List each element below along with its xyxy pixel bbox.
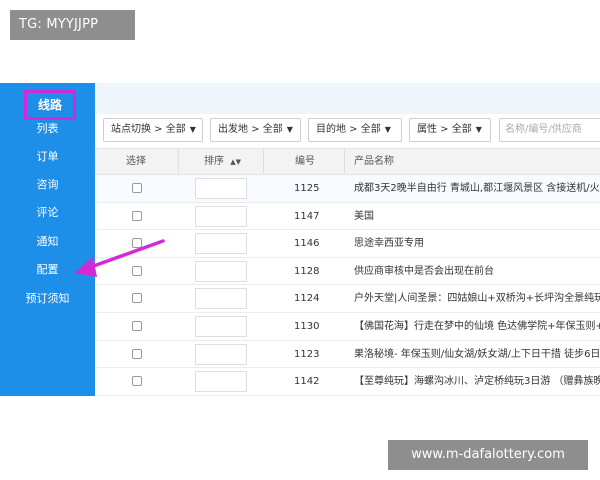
- row-id: 1124: [294, 293, 320, 305]
- row-select-checkbox[interactable]: [132, 265, 142, 276]
- row-id: 1130: [294, 320, 320, 332]
- sort-order-input[interactable]: [195, 233, 247, 255]
- sidebar-item-notice[interactable]: 通知: [0, 232, 95, 252]
- header-sort-label: 排序: [204, 156, 224, 167]
- table-header: 选择 排序 ▲▼ 编号 产品名称: [95, 148, 600, 175]
- row-product-name[interactable]: 【至尊纯玩】海螺沟冰川、泸定桥纯玩3日游 （赠彝族晚会...: [354, 368, 600, 395]
- sidebar-item-config[interactable]: 配置: [0, 260, 95, 280]
- row-product-name[interactable]: 供应商审核中是否会出现在前台: [354, 258, 494, 285]
- table-body: 1125 成都3天2晚半自由行 青城山,都江堰风景区 含接送机/火车... 11…: [95, 175, 600, 396]
- row-select-checkbox[interactable]: [132, 183, 142, 193]
- table-row: 1125 成都3天2晚半自由行 青城山,都江堰风景区 含接送机/火车...: [95, 175, 600, 203]
- row-id: 1147: [294, 210, 320, 222]
- row-product-name[interactable]: 美国: [354, 203, 374, 230]
- sort-order-input[interactable]: [195, 371, 247, 393]
- header-divider: [263, 149, 264, 174]
- sidebar-item-reviews[interactable]: 评论: [0, 203, 95, 223]
- attribute-filter-dropdown[interactable]: 属性 > 全部 ▼: [409, 118, 491, 142]
- caret-down-icon: ▼: [475, 125, 482, 134]
- sidebar-item-booking-notes[interactable]: 预订须知: [0, 289, 95, 309]
- header-id: 编号: [295, 156, 315, 167]
- sidebar-item-list[interactable]: 列表: [0, 119, 95, 139]
- origin-filter-dropdown[interactable]: 出发地 > 全部 ▼: [210, 118, 301, 142]
- attribute-filter-label: 属性 > 全部: [417, 124, 472, 135]
- row-select-checkbox[interactable]: [132, 376, 142, 387]
- watermark-top: TG: MYYJJPP: [10, 10, 135, 40]
- row-select-checkbox[interactable]: [132, 210, 142, 221]
- table-row: 1130 【佛国花海】行走在梦中的仙境 色达佛学院+年保玉则+神...: [95, 313, 600, 341]
- caret-down-icon: ▼: [286, 125, 293, 134]
- table-row: 1124 户外天堂|人间圣景：四姑娘山+双桥沟+长坪沟全景纯玩双...: [95, 285, 600, 313]
- row-product-name[interactable]: 成都3天2晚半自由行 青城山,都江堰风景区 含接送机/火车...: [354, 175, 600, 202]
- header-sort[interactable]: 排序 ▲▼: [204, 149, 241, 174]
- row-product-name[interactable]: 户外天堂|人间圣景：四姑娘山+双桥沟+长坪沟全景纯玩双...: [354, 285, 600, 312]
- sidebar-item-orders[interactable]: 订单: [0, 147, 95, 167]
- site-filter-label: 站点切换 > 全部: [111, 124, 186, 135]
- row-select-checkbox[interactable]: [132, 348, 142, 359]
- sidebar-item-inquiry[interactable]: 咨询: [0, 175, 95, 195]
- row-id: 1128: [294, 265, 320, 277]
- header-divider: [344, 149, 345, 174]
- row-product-name[interactable]: 【佛国花海】行走在梦中的仙境 色达佛学院+年保玉则+神...: [354, 313, 600, 340]
- sort-arrows-icon: ▲▼: [230, 158, 241, 166]
- table-row: 1123 果洛秘境- 年保玉则/仙女湖/妖女湖/上下日干措 徒步6日!: [95, 341, 600, 369]
- header-product-name: 产品名称: [354, 156, 394, 167]
- row-select-checkbox[interactable]: [132, 238, 142, 249]
- row-id: 1125: [294, 183, 320, 194]
- row-select-checkbox[interactable]: [132, 293, 142, 304]
- table-row: 1147 美国: [95, 203, 600, 231]
- screenshot-canvas: TG: MYYJJPP 线路 列表 订单 咨询 评论 通知 配置 预订须知 站点…: [0, 0, 600, 480]
- sort-order-input[interactable]: [195, 315, 247, 337]
- row-id: 1142: [294, 376, 320, 388]
- table-row: 1146 思途幸西亚专用: [95, 230, 600, 258]
- table-row: 1142 【至尊纯玩】海螺沟冰川、泸定桥纯玩3日游 （赠彝族晚会...: [95, 368, 600, 396]
- row-product-name[interactable]: 思途幸西亚专用: [354, 230, 424, 257]
- row-id: 1123: [294, 348, 320, 360]
- site-filter-dropdown[interactable]: 站点切换 > 全部 ▼: [103, 118, 203, 142]
- destination-filter-dropdown[interactable]: 目的地 > 全部 ▼: [308, 118, 402, 142]
- filter-bar: 站点切换 > 全部 ▼ 出发地 > 全部 ▼ 目的地 > 全部 ▼ 属性 > 全部 ▼ …: [95, 114, 600, 148]
- main-panel: 站点切换 > 全部 ▼ 出发地 > 全部 ▼ 目的地 > 全部 ▼ 属性 > 全部 ▼ …: [95, 83, 600, 396]
- header-select: 选择: [126, 156, 146, 167]
- caret-down-icon: ▼: [189, 125, 196, 134]
- sort-order-input[interactable]: [195, 288, 247, 310]
- sidebar: 线路 列表 订单 咨询 评论 通知 配置 预订须知: [0, 83, 95, 396]
- origin-filter-label: 出发地 > 全部: [218, 124, 283, 135]
- header-divider: [178, 149, 179, 174]
- sort-order-input[interactable]: [195, 178, 247, 199]
- row-product-name[interactable]: 果洛秘境- 年保玉则/仙女湖/妖女湖/上下日干措 徒步6日!: [354, 341, 600, 368]
- sort-order-input[interactable]: [195, 260, 247, 282]
- destination-filter-label: 目的地 > 全部: [316, 124, 381, 135]
- table-row: 1128 供应商审核中是否会出现在前台: [95, 258, 600, 286]
- sort-order-input[interactable]: [195, 343, 247, 365]
- search-input[interactable]: 名称/编号/供应商: [499, 118, 600, 142]
- top-bar: [95, 83, 600, 114]
- caret-down-icon: ▼: [384, 125, 391, 134]
- sort-order-input[interactable]: [195, 205, 247, 227]
- row-select-checkbox[interactable]: [132, 320, 142, 331]
- row-id: 1146: [294, 238, 320, 250]
- watermark-bottom: www.m-dafalottery.com: [388, 440, 588, 470]
- sidebar-item-routes[interactable]: 线路: [24, 90, 76, 120]
